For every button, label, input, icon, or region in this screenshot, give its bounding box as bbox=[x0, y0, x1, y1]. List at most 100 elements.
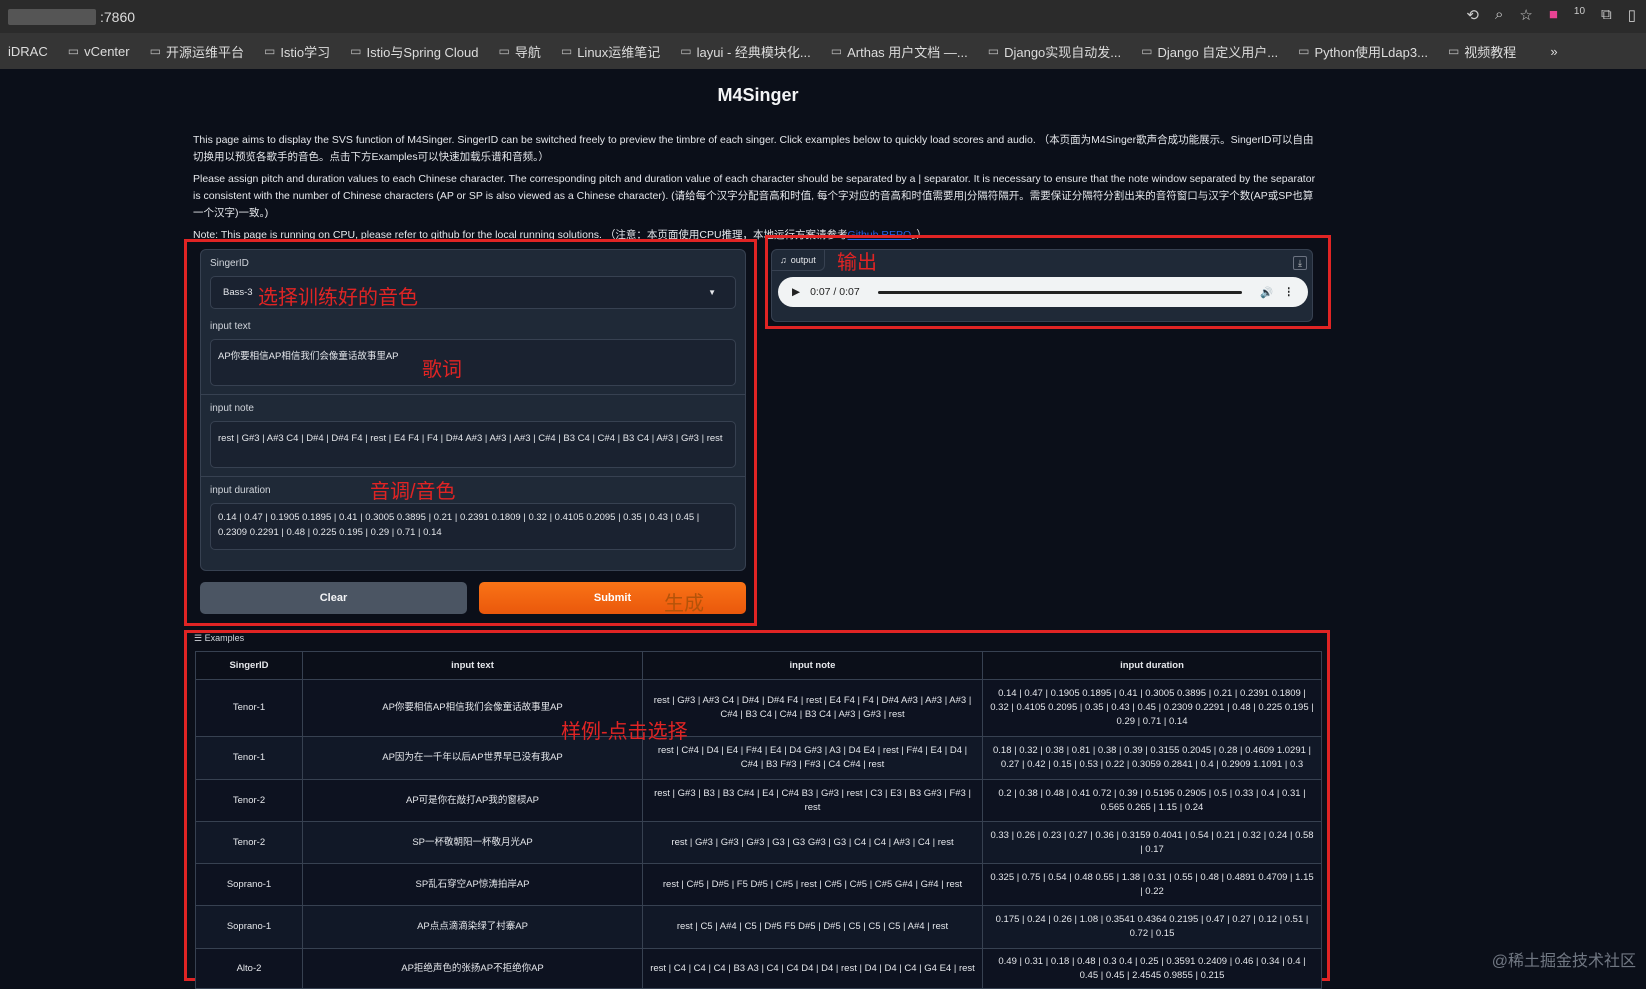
bookmark-item[interactable]: ▭ Linux运维笔记 bbox=[561, 42, 660, 61]
bookmark-label: Istio学习 bbox=[280, 44, 331, 60]
bookmark-label: Arthas 用户文档 —... bbox=[847, 44, 968, 60]
bookmark-item[interactable]: ▭ 开源运维平台 bbox=[150, 42, 244, 61]
volume-icon[interactable]: 🔊 bbox=[1260, 286, 1273, 299]
music-icon: ♫ bbox=[780, 255, 787, 265]
table-cell[interactable]: SP一杯敬朝阳一杯敬月光AP bbox=[302, 821, 643, 864]
bookmark-item[interactable]: ▭ Istio学习 bbox=[264, 42, 330, 61]
table-cell[interactable]: Tenor-2 bbox=[195, 821, 303, 864]
bookmark-label: Django实现自动发... bbox=[1004, 44, 1122, 60]
star-icon[interactable]: ☆ bbox=[1519, 6, 1532, 24]
bookmark-label: layui - 经典模块化... bbox=[696, 44, 811, 60]
annotation-generate: 生成 bbox=[664, 593, 704, 615]
more-options-icon[interactable]: ⋮ bbox=[1284, 286, 1295, 298]
audio-progress-bar[interactable] bbox=[877, 290, 1243, 294]
table-cell[interactable]: AP点点滴滴染绿了村寨AP bbox=[302, 905, 643, 949]
play-icon[interactable]: ▶ bbox=[792, 286, 800, 298]
blurred-host bbox=[8, 8, 96, 25]
bookmark-label: 开源运维平台 bbox=[165, 44, 244, 60]
browser-toolbar: :7860 ⟲ ⌕ ☆ ■ 10 ⧉ ▯ bbox=[0, 0, 1646, 33]
bookmark-item[interactable]: iDRAC bbox=[8, 44, 48, 59]
bookmark-label: Django 自定义用户... bbox=[1157, 44, 1279, 60]
extension-icon[interactable]: ■ bbox=[1549, 6, 1558, 24]
table-cell[interactable]: rest | G#3 | G#3 | G#3 | G3 | G3 G#3 | G… bbox=[642, 821, 983, 864]
translate-icon[interactable]: ⟲ bbox=[1466, 6, 1479, 24]
annotation-pitch: 音调/音色 bbox=[370, 481, 456, 503]
table-cell[interactable]: SP乱石穿空AP惊涛拍岸AP bbox=[302, 863, 643, 906]
table-cell[interactable]: 0.33 | 0.26 | 0.23 | 0.27 | 0.36 | 0.315… bbox=[982, 821, 1322, 864]
bookmark-item[interactable]: ▭ layui - 经典模块化... bbox=[680, 42, 810, 61]
column-header: input note bbox=[642, 651, 983, 680]
table-cell[interactable]: 0.325 | 0.75 | 0.54 | 0.48 0.55 | 1.38 |… bbox=[982, 863, 1322, 906]
table-cell[interactable]: rest | G#3 | A#3 C4 | D#4 | D#4 F4 | res… bbox=[642, 679, 983, 737]
table-cell[interactable]: AP拒绝声色的张扬AP不拒绝你AP bbox=[302, 948, 643, 989]
bookmark-label: 导航 bbox=[514, 44, 541, 60]
address-bar[interactable]: :7860 bbox=[8, 8, 136, 25]
example-row[interactable]: Soprano-1 SP乱石穿空AP惊涛拍岸AP rest | C#5 | D#5 … bbox=[195, 863, 1322, 906]
folder-icon: ▭ bbox=[1447, 44, 1460, 58]
input-note-field[interactable]: rest | G#3 | A#3 C4 | D#4 | D#4 F4 | res… bbox=[210, 421, 736, 468]
input-text-field[interactable]: AP你要相信AP相信我们会像童话故事里AP bbox=[210, 339, 736, 386]
example-row[interactable]: Tenor-2 AP可是你在敲打AP我的窗棂AP rest | G#3 | B3 |… bbox=[195, 779, 1322, 822]
address-text: :7860 bbox=[100, 8, 136, 25]
table-cell[interactable]: rest | C#5 | D#5 | F5 D#5 | C#5 | rest |… bbox=[642, 863, 983, 906]
bookmark-item[interactable]: ▭ vCenter bbox=[68, 44, 130, 59]
table-cell[interactable]: 0.18 | 0.32 | 0.38 | 0.81 | 0.38 | 0.39 … bbox=[982, 736, 1322, 780]
example-row[interactable]: Tenor-1 AP因为在一千年以后AP世界早已没有我AP rest | C#4 |… bbox=[195, 736, 1322, 780]
bookmark-item[interactable]: ▭ Django 自定义用户... bbox=[1141, 42, 1278, 61]
table-cell[interactable]: AP可是你在敲打AP我的窗棂AP bbox=[302, 779, 643, 822]
clear-button[interactable]: Clear bbox=[200, 582, 467, 614]
folder-icon: ▭ bbox=[560, 44, 573, 58]
example-row[interactable]: Alto-2 AP拒绝声色的张扬AP不拒绝你AP rest | C4 | C4 | … bbox=[195, 948, 1322, 989]
table-cell[interactable]: Soprano-1 bbox=[195, 863, 303, 906]
table-cell[interactable]: Tenor-2 bbox=[195, 779, 303, 822]
folder-icon: ▭ bbox=[149, 44, 161, 58]
submit-button[interactable]: Submit bbox=[479, 582, 746, 614]
bookmark-item[interactable]: ▭ 导航 bbox=[499, 42, 541, 61]
annotation-singer: 选择训练好的音色 bbox=[258, 287, 418, 309]
bookmark-item[interactable]: ▭ 视频教程 bbox=[1448, 42, 1516, 61]
page-title: M4Singer bbox=[717, 85, 799, 105]
bookmark-item[interactable]: ▭ Istio与Spring Cloud bbox=[350, 42, 478, 61]
intro-text: This page aims to display the SVS functi… bbox=[193, 132, 1323, 249]
table-header-row: SingerID input text input note input durati… bbox=[195, 651, 1322, 680]
table-cell[interactable]: rest | C5 | A#4 | C5 | D#5 F5 D#5 | D#5 … bbox=[642, 905, 983, 949]
table-cell[interactable]: Tenor-1 bbox=[195, 679, 303, 737]
bookmark-label: vCenter bbox=[84, 43, 130, 59]
extension-badge[interactable]: 10 bbox=[1574, 6, 1585, 24]
chevron-down-icon: ▼ bbox=[708, 288, 716, 297]
input-duration-field[interactable]: 0.14 | 0.47 | 0.1905 0.1895 | 0.41 | 0.3… bbox=[210, 503, 736, 550]
extensions-icon[interactable]: ⧉ bbox=[1601, 6, 1612, 24]
bookmark-item[interactable]: ▭ Arthas 用户文档 —... bbox=[831, 42, 968, 61]
bookmark-item[interactable]: ▭ Python使用Ldap3... bbox=[1298, 42, 1428, 61]
more-bookmarks-button[interactable]: » bbox=[1550, 44, 1557, 59]
table-cell[interactable]: rest | C4 | C4 | C4 | B3 A3 | C4 | C4 D4… bbox=[642, 948, 983, 989]
table-cell[interactable]: 0.2 | 0.38 | 0.48 | 0.41 0.72 | 0.39 | 0… bbox=[982, 779, 1322, 822]
table-cell[interactable]: rest | C#4 | D4 | E4 | F#4 | E4 | D4 G#3… bbox=[642, 736, 983, 780]
folder-icon: ▭ bbox=[680, 44, 692, 58]
example-row[interactable]: Tenor-2 SP一杯敬朝阳一杯敬月光AP rest | G#3 | G#3 | … bbox=[195, 821, 1322, 864]
sidebar-icon[interactable]: ▯ bbox=[1628, 6, 1636, 24]
table-cell[interactable]: rest | G#3 | B3 | B3 C#4 | E4 | C#4 B3 |… bbox=[642, 779, 983, 822]
table-cell[interactable]: Tenor-1 bbox=[195, 736, 303, 780]
zoom-icon[interactable]: ⌕ bbox=[1495, 6, 1503, 24]
table-cell[interactable]: Soprano-1 bbox=[195, 905, 303, 949]
table-cell[interactable]: 0.49 | 0.31 | 0.18 | 0.48 | 0.3 0.4 | 0.… bbox=[982, 948, 1322, 989]
folder-icon: ▭ bbox=[1141, 44, 1153, 58]
download-icon[interactable]: ⤓ bbox=[1293, 256, 1307, 270]
column-header: SingerID bbox=[195, 651, 303, 680]
example-row[interactable]: Tenor-1 AP你要相信AP相信我们会像童话故事里AP rest | G#3 |… bbox=[195, 679, 1322, 737]
table-cell[interactable]: 0.14 | 0.47 | 0.1905 0.1895 | 0.41 | 0.3… bbox=[982, 679, 1322, 737]
bookmark-label: Linux运维笔记 bbox=[577, 44, 661, 60]
table-cell[interactable]: Alto-2 bbox=[195, 948, 303, 989]
output-label: output bbox=[790, 255, 816, 265]
examples-label: ☰ Examples bbox=[194, 633, 244, 644]
bookmark-item[interactable]: ▭ Django实现自动发... bbox=[988, 42, 1121, 61]
example-row[interactable]: Soprano-1 AP点点滴滴染绿了村寨AP rest | C5 | A#4 | … bbox=[195, 905, 1322, 949]
folder-icon: ▭ bbox=[498, 44, 510, 58]
folder-icon: ▭ bbox=[987, 44, 1000, 58]
table-cell[interactable]: 0.175 | 0.24 | 0.26 | 1.08 | 0.3541 0.43… bbox=[982, 905, 1322, 949]
note-label: input note bbox=[210, 403, 254, 414]
examples-table: SingerID input text input note input durati… bbox=[195, 651, 1322, 989]
folder-icon: ▭ bbox=[1298, 44, 1310, 58]
bookmarks-bar: iDRAC ▭ vCenter ▭ 开源运维平台 ▭ Istio学习 ▭ Istio与Sprin… bbox=[0, 33, 1646, 69]
